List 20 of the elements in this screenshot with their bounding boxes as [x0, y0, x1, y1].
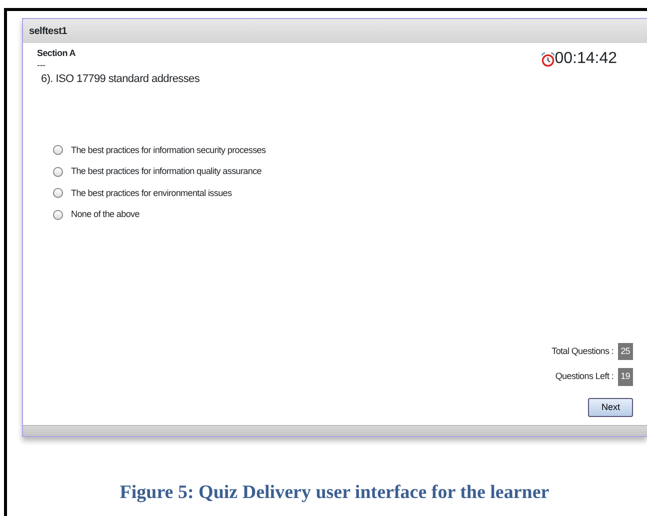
timer: 00:14:42 [554, 49, 617, 69]
stat-value: 25 [618, 342, 633, 360]
radio-button[interactable] [53, 210, 63, 220]
question-text: 6). ISO 17799 standard addresses [41, 72, 201, 87]
radio-button[interactable] [53, 145, 63, 156]
stat-label: Total Questions : [552, 344, 614, 358]
option-label[interactable]: The best practices for information security processes [71, 144, 266, 157]
option-label[interactable]: The best practices for information quality assurance [71, 165, 262, 178]
next-button[interactable]: Next [588, 398, 633, 417]
stat-label: Questions Left : [555, 370, 614, 383]
figure-caption: Figure 5: Quiz Delivery user interface for the learner [118, 481, 550, 505]
stat-value: 19 [618, 368, 633, 386]
option-label[interactable]: None of the above [71, 208, 140, 222]
option-label[interactable]: The best practices for environmental issues [71, 186, 232, 200]
radio-button[interactable] [53, 166, 63, 177]
radio-button[interactable] [53, 188, 63, 198]
section-subtitle: --- [37, 60, 46, 68]
alarm-clock-icon [540, 52, 555, 66]
section-title: Section A [37, 47, 76, 60]
window-title: selftest1 [23, 19, 647, 43]
